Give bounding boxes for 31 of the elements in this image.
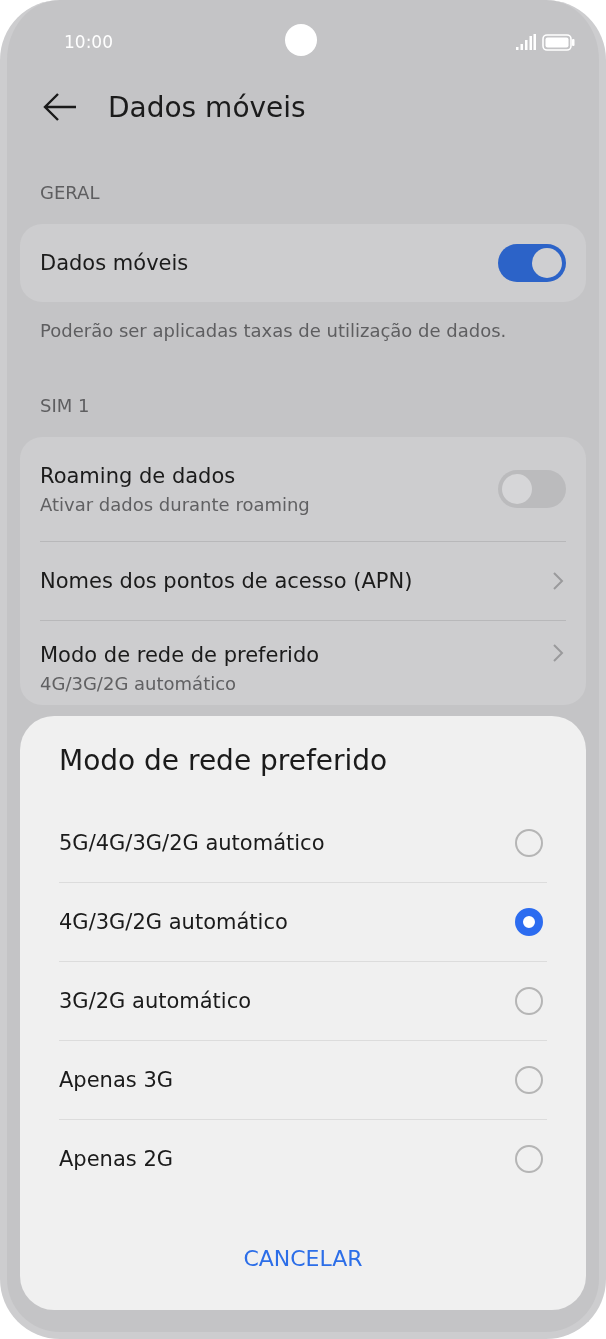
setting-title[interactable]: Roaming de dados <box>40 463 310 488</box>
radio-button[interactable] <box>515 1145 543 1173</box>
option-label[interactable]: 3G/2G automático <box>59 989 252 1013</box>
dialog-title: Modo de rede preferido <box>59 744 389 779</box>
camera-hole-icon <box>285 24 317 56</box>
signal-icon <box>516 34 536 50</box>
toggle-switch[interactable] <box>498 244 566 282</box>
info-note: Poderão ser aplicadas taxas de utilização de dados. <box>39 319 508 343</box>
section-heading: GERAL <box>39 181 101 205</box>
option-label[interactable]: 5G/4G/3G/2G automático <box>59 831 325 855</box>
cancel-button[interactable]: CANCELAR <box>233 1240 373 1277</box>
setting-title[interactable]: Modo de rede de preferido <box>40 643 320 667</box>
status-time: 10:00 <box>64 32 113 52</box>
chevron-right-icon <box>552 643 564 663</box>
section-heading: SIM 1 <box>39 394 91 418</box>
radio-button[interactable] <box>515 829 543 857</box>
radio-button[interactable] <box>515 908 543 936</box>
setting-subtitle: 4G/3G/2G automático <box>40 673 238 694</box>
chevron-right-icon <box>552 571 564 591</box>
setting-title[interactable]: Nomes dos pontos de acesso (APN) <box>40 569 413 593</box>
toggle-switch[interactable] <box>498 470 566 508</box>
radio-button[interactable] <box>515 987 543 1015</box>
option-label[interactable]: 4G/3G/2G automático <box>59 910 288 934</box>
option-label[interactable]: Apenas 2G <box>59 1147 174 1171</box>
battery-icon <box>542 33 575 51</box>
setting-subtitle: Ativar dados durante roaming <box>40 493 310 515</box>
page-title: Dados móveis <box>108 90 306 124</box>
radio-button[interactable] <box>515 1066 543 1094</box>
option-label[interactable]: Apenas 3G <box>59 1068 174 1092</box>
setting-title[interactable]: Dados móveis <box>40 251 189 275</box>
back-arrow-icon[interactable] <box>43 92 77 122</box>
